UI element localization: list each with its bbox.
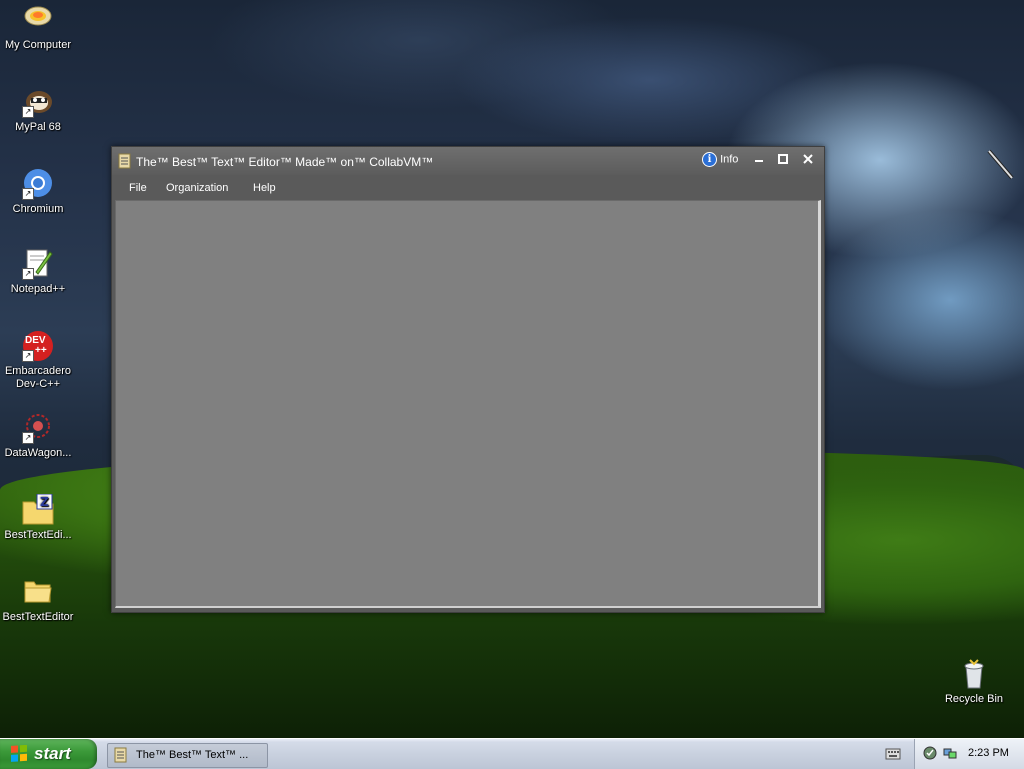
icon-label: Chromium <box>12 203 64 215</box>
info-icon: i <box>702 152 717 167</box>
my-computer-icon <box>22 4 54 36</box>
menu-help[interactable]: Help <box>253 182 276 194</box>
devcpp-icon: DEV ++ ↗ <box>22 330 54 362</box>
notepad-app-icon <box>118 153 132 169</box>
text-editor-window[interactable]: The™ Best™ Text™ Editor™ Made™ on™ Colla… <box>111 146 825 613</box>
icon-label: BestTextEditor <box>2 611 74 623</box>
recycle-bin-icon <box>958 658 990 690</box>
desktop-icon-notepadpp[interactable]: ↗ Notepad++ <box>0 248 76 296</box>
pen-cursor-icon <box>986 148 1016 182</box>
maximize-icon <box>778 154 788 164</box>
icon-label-line1: Embarcadero <box>4 365 72 377</box>
windows-flag-icon <box>10 744 28 763</box>
minimize-icon <box>755 160 763 162</box>
system-tray: 2:23 PM <box>914 739 1024 769</box>
desktop-icon-mypal[interactable]: ↗ MyPal 68 <box>0 86 76 134</box>
svg-text:Z: Z <box>40 495 49 509</box>
taskbar: start The™ Best™ Text™ ... 2:23 PM <box>0 738 1024 769</box>
security-shield-icon[interactable] <box>923 746 937 760</box>
shortcut-arrow-icon: ↗ <box>22 106 34 118</box>
icon-label: Notepad++ <box>10 283 66 295</box>
close-button[interactable] <box>800 153 816 169</box>
text-editor-area[interactable] <box>115 200 821 608</box>
icon-label: MyPal 68 <box>15 121 61 133</box>
desktop-icon-besttexteditor-folder[interactable]: BestTextEditor <box>0 576 76 624</box>
desktop-icon-my-computer[interactable]: My Computer <box>0 4 76 52</box>
menu-bar: File Organization Help <box>112 177 824 199</box>
desktop-icon-chromium[interactable]: ↗ Chromium <box>0 168 76 216</box>
icon-label: My Computer <box>4 39 72 51</box>
winzip-folder-icon: Z <box>22 493 54 526</box>
window-title: The™ Best™ Text™ Editor™ Made™ on™ Colla… <box>136 155 434 169</box>
close-icon <box>803 154 813 164</box>
notepadpp-icon: ↗ <box>22 248 54 280</box>
icon-label: DataWagon... <box>4 447 72 459</box>
notepad-app-icon <box>114 747 128 763</box>
desktop-icon-besttexteditor-zip[interactable]: Z BestTextEdi... <box>0 493 76 542</box>
icon-label: BestTextEdi... <box>4 529 72 541</box>
network-icon[interactable] <box>943 746 957 760</box>
desktop-icon-recycle-bin[interactable]: Recycle Bin <box>936 658 1012 706</box>
menu-organization[interactable]: Organization <box>166 182 228 194</box>
start-button[interactable]: start <box>0 739 97 769</box>
shortcut-arrow-icon: ↗ <box>22 432 34 444</box>
window-titlebar[interactable]: The™ Best™ Text™ Editor™ Made™ on™ Colla… <box>112 147 824 175</box>
mypal-icon: ↗ <box>22 86 54 118</box>
desktop-icon-datawagon[interactable]: ↗ DataWagon... <box>0 412 76 460</box>
start-label: start <box>34 744 71 763</box>
shortcut-arrow-icon: ↗ <box>22 188 34 200</box>
info-label: Info <box>720 153 739 166</box>
chromium-icon: ↗ <box>22 168 54 200</box>
shortcut-arrow-icon: ↗ <box>22 350 34 362</box>
folder-icon <box>22 576 54 608</box>
taskbar-window-button[interactable]: The™ Best™ Text™ ... <box>107 743 268 768</box>
taskbar-window-label: The™ Best™ Text™ ... <box>136 749 249 761</box>
icon-label: Recycle Bin <box>944 693 1004 705</box>
devcpp-badge-plus: ++ <box>35 345 47 356</box>
icon-label-line2: Dev-C++ <box>15 378 61 390</box>
minimize-button[interactable] <box>751 153 767 169</box>
maximize-button[interactable] <box>775 153 791 169</box>
info-button[interactable]: i Info <box>702 152 738 168</box>
keyboard-icon[interactable] <box>885 747 901 761</box>
desktop-icon-devcpp[interactable]: DEV ++ ↗ Embarcadero Dev-C++ <box>0 330 76 391</box>
menu-file[interactable]: File <box>129 182 147 194</box>
shortcut-arrow-icon: ↗ <box>22 268 34 280</box>
datawagon-icon: ↗ <box>22 412 54 444</box>
clock[interactable]: 2:23 PM <box>968 747 1009 759</box>
